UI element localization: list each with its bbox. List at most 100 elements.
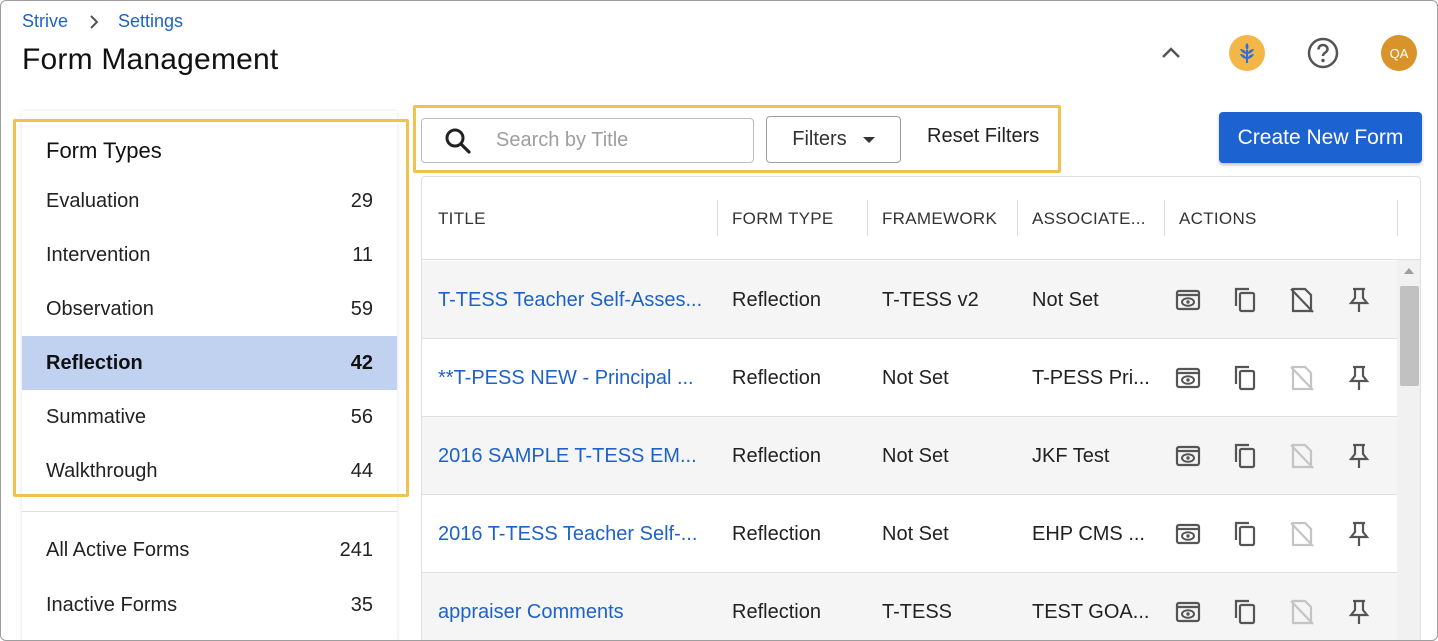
sidebar-item-inactive-forms[interactable]: Inactive Forms 35	[22, 578, 397, 632]
pin-icon[interactable]	[1345, 598, 1373, 626]
form-type-cell: Reflection	[732, 600, 821, 623]
avatar-initials: QA	[1381, 35, 1417, 71]
scroll-up-arrow-icon[interactable]	[1404, 268, 1414, 274]
form-title-link[interactable]: T-TESS Teacher Self-Asses...	[438, 289, 702, 312]
column-header-title[interactable]: TITLE	[438, 177, 486, 260]
search-box	[421, 118, 754, 163]
copy-icon[interactable]	[1231, 520, 1259, 548]
preview-icon[interactable]	[1174, 520, 1202, 548]
breadcrumb-settings-link[interactable]: Settings	[118, 11, 183, 32]
caret-down-icon	[862, 136, 875, 143]
form-title-link[interactable]: appraiser Comments	[438, 601, 624, 624]
associated-cell: TEST GOA...	[1032, 600, 1150, 623]
sidebar-item-label: Evaluation	[46, 189, 140, 212]
table-row: appraiser Comments Reflection T-TESS TES…	[422, 573, 1397, 640]
sidebar-item-observation[interactable]: Observation 59	[22, 282, 397, 336]
copy-icon[interactable]	[1231, 442, 1259, 470]
preview-icon[interactable]	[1174, 286, 1202, 314]
sidebar-item-evaluation[interactable]: Evaluation 29	[22, 174, 397, 228]
chevron-right-icon	[88, 14, 100, 29]
form-type-cell: Reflection	[732, 444, 821, 467]
scrollbar-thumb[interactable]	[1400, 286, 1419, 386]
breadcrumb-root-link[interactable]: Strive	[22, 11, 68, 32]
deactivate-icon	[1288, 442, 1316, 470]
page-title: Form Management	[22, 43, 279, 76]
column-header-associated[interactable]: ASSOCIATE...	[1032, 177, 1146, 260]
form-title-cell: 2016 SAMPLE T-TESS EM...	[438, 417, 710, 495]
sidebar-item-reflection[interactable]: Reflection 42	[22, 336, 397, 390]
framework-cell: T-TESS v2	[882, 288, 979, 311]
form-types-heading: Form Types	[46, 138, 162, 163]
deactivate-icon	[1288, 598, 1316, 626]
pin-icon[interactable]	[1345, 442, 1373, 470]
column-divider[interactable]	[717, 200, 718, 236]
forms-table: TITLE FORM TYPE FRAMEWORK ASSOCIATE... A…	[421, 176, 1421, 640]
table-header: TITLE FORM TYPE FRAMEWORK ASSOCIATE... A…	[422, 177, 1420, 260]
table-row: **T-PESS NEW - Principal ... Reflection …	[422, 339, 1397, 417]
pin-icon[interactable]	[1345, 364, 1373, 392]
table-row: T-TESS Teacher Self-Asses... Reflection …	[422, 261, 1397, 339]
brand-logo-icon[interactable]	[1229, 35, 1265, 71]
sidebar-item-label: Observation	[46, 297, 154, 320]
preview-icon[interactable]	[1174, 598, 1202, 626]
collapse-chevron-up-icon[interactable]	[1153, 35, 1189, 71]
search-input[interactable]	[496, 129, 736, 152]
framework-cell: Not Set	[882, 366, 949, 389]
create-new-form-button[interactable]: Create New Form	[1219, 112, 1422, 163]
associated-cell: T-PESS Pri...	[1032, 366, 1150, 389]
user-avatar[interactable]: QA	[1381, 35, 1417, 71]
column-header-actions: ACTIONS	[1179, 208, 1257, 228]
sidebar-item-walkthrough[interactable]: Walkthrough 44	[22, 444, 397, 498]
reset-filters-button[interactable]: Reset Filters	[927, 125, 1039, 148]
sidebar-item-count: 56	[350, 405, 373, 428]
column-header-framework[interactable]: FRAMEWORK	[882, 177, 997, 260]
form-title-link[interactable]: **T-PESS NEW - Principal ...	[438, 367, 694, 390]
form-type-cell: Reflection	[732, 366, 821, 389]
copy-icon[interactable]	[1231, 286, 1259, 314]
row-actions	[1174, 573, 1402, 640]
sidebar-item-intervention[interactable]: Intervention 11	[22, 228, 397, 282]
app-window: Strive Settings Form Management QA Form …	[0, 0, 1438, 641]
table-scrollbar[interactable]	[1397, 260, 1420, 640]
column-header-form-type[interactable]: FORM TYPE	[732, 177, 834, 260]
preview-icon[interactable]	[1174, 442, 1202, 470]
form-title-cell: T-TESS Teacher Self-Asses...	[438, 261, 710, 339]
sidebar-item-all-active-forms[interactable]: All Active Forms 241	[22, 523, 397, 577]
sidebar-item-summative[interactable]: Summative 56	[22, 390, 397, 444]
sidebar-item-label: Reflection	[46, 351, 143, 374]
breadcrumb: Strive Settings	[22, 11, 183, 32]
sidebar-item-count: 11	[352, 243, 373, 266]
column-divider[interactable]	[867, 200, 868, 236]
sidebar-item-count: 35	[350, 593, 373, 616]
pin-icon[interactable]	[1345, 520, 1373, 548]
column-divider[interactable]	[1164, 200, 1165, 236]
sidebar-divider	[22, 511, 397, 512]
form-title-link[interactable]: 2016 T-TESS Teacher Self-...	[438, 523, 697, 546]
wheat-icon	[1229, 35, 1265, 71]
pin-icon[interactable]	[1345, 286, 1373, 314]
search-icon	[444, 127, 472, 155]
help-icon[interactable]	[1305, 35, 1341, 71]
filters-label: Filters	[792, 128, 847, 150]
associated-cell: Not Set	[1032, 288, 1099, 311]
column-divider[interactable]	[1017, 200, 1018, 236]
framework-cell: Not Set	[882, 444, 949, 467]
form-title-link[interactable]: 2016 SAMPLE T-TESS EM...	[438, 445, 697, 468]
row-actions	[1174, 417, 1402, 495]
sidebar-item-label: Walkthrough	[46, 459, 158, 482]
form-type-cell: Reflection	[732, 522, 821, 545]
sidebar-item-count: 44	[350, 459, 373, 482]
sidebar-item-count: 42	[350, 351, 373, 374]
sidebar-item-label: All Active Forms	[46, 538, 190, 561]
column-divider	[1397, 200, 1398, 236]
copy-icon[interactable]	[1231, 598, 1259, 626]
sidebar-item-label: Inactive Forms	[46, 593, 178, 616]
filters-dropdown-button[interactable]: Filters	[766, 116, 901, 163]
form-title-cell: 2016 T-TESS Teacher Self-...	[438, 495, 710, 573]
preview-icon[interactable]	[1174, 364, 1202, 392]
row-actions	[1174, 495, 1402, 573]
deactivate-icon[interactable]	[1288, 286, 1316, 314]
row-actions	[1174, 339, 1402, 417]
copy-icon[interactable]	[1231, 364, 1259, 392]
framework-cell: T-TESS	[882, 600, 953, 623]
